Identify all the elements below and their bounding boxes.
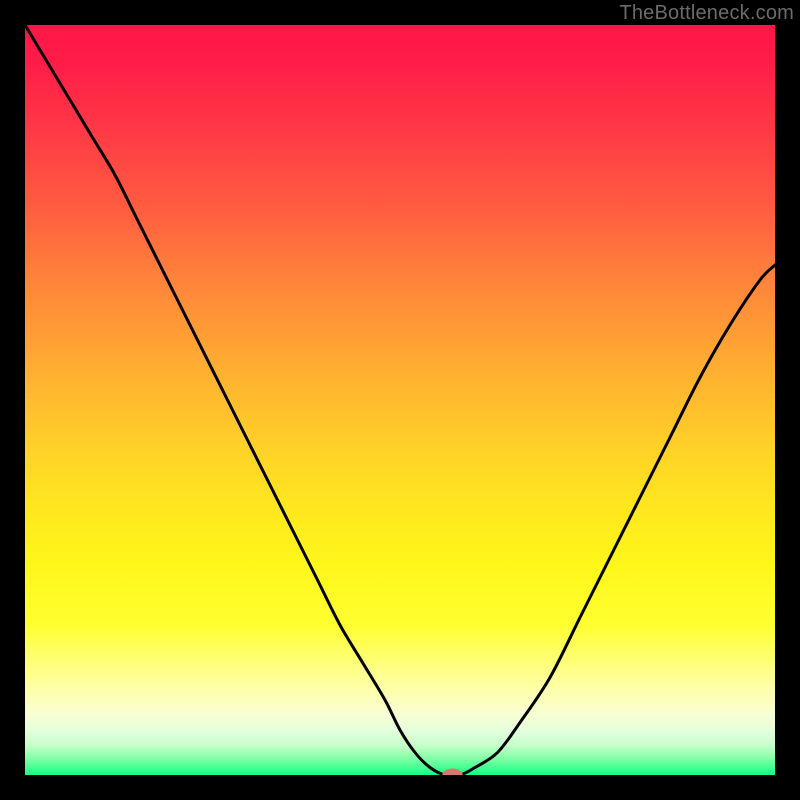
plot-area [25, 25, 775, 775]
watermark-text: TheBottleneck.com [619, 2, 794, 25]
chart-root: TheBottleneck.com [0, 0, 800, 800]
optimal-point-marker [443, 769, 463, 775]
curve-layer [25, 25, 775, 775]
bottleneck-curve [25, 25, 775, 775]
